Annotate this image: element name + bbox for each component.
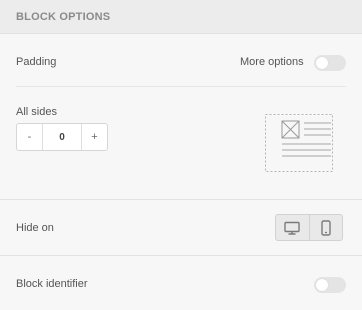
padding-label: Padding xyxy=(16,56,57,68)
section-divider xyxy=(16,86,346,87)
padding-section: Padding More options All sides - + xyxy=(0,34,362,200)
block-identifier-toggle[interactable] xyxy=(314,277,346,293)
padding-stepper: - + xyxy=(16,123,108,151)
hide-on-desktop-button[interactable] xyxy=(276,215,310,240)
hide-on-label: Hide on xyxy=(16,222,54,234)
more-options-toggle[interactable] xyxy=(314,55,346,71)
device-toggle-group xyxy=(275,214,343,241)
desktop-icon xyxy=(284,221,300,235)
block-identifier-label: Block identifier xyxy=(16,278,88,290)
more-options-label: More options xyxy=(240,56,304,68)
padding-value-input[interactable] xyxy=(43,124,81,150)
toggle-knob xyxy=(316,57,328,69)
toggle-knob xyxy=(316,279,328,291)
panel-title: BLOCK OPTIONS xyxy=(16,10,111,23)
block-options-panel: BLOCK OPTIONS Padding More options All s… xyxy=(0,0,362,310)
block-layout-preview-icon xyxy=(265,114,333,172)
hide-on-mobile-button[interactable] xyxy=(310,215,343,240)
block-identifier-section: Block identifier xyxy=(0,256,362,309)
hide-on-section: Hide on xyxy=(0,200,362,256)
increment-button[interactable]: + xyxy=(81,124,107,150)
panel-header: BLOCK OPTIONS xyxy=(0,0,362,34)
decrement-button[interactable]: - xyxy=(17,124,43,150)
mobile-icon xyxy=(321,219,331,236)
all-sides-label: All sides xyxy=(16,106,57,118)
